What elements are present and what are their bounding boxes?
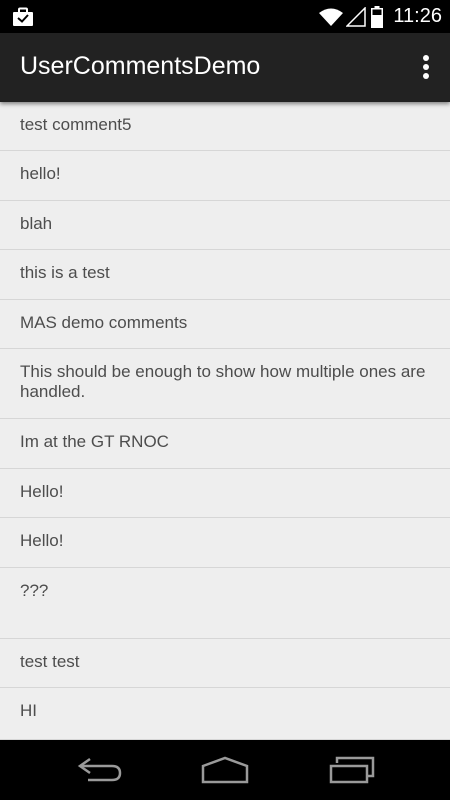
comment-text: Hello!: [20, 482, 64, 501]
comment-text: test comment5: [20, 115, 132, 134]
status-bar: 11:26: [0, 0, 450, 33]
overflow-menu-button[interactable]: [418, 51, 434, 83]
comment-text: MAS demo comments: [20, 313, 188, 332]
back-button[interactable]: [74, 754, 126, 786]
recents-button[interactable]: [325, 754, 377, 786]
home-icon: [201, 756, 249, 784]
list-item[interactable]: test test: [0, 639, 450, 688]
comment-text: HI: [20, 701, 37, 720]
list-item[interactable]: blah: [0, 201, 450, 250]
recents-icon: [329, 756, 375, 784]
list-item[interactable]: Hello!: [0, 518, 450, 568]
comment-list[interactable]: test comment5 hello! blah this is a test…: [0, 102, 450, 740]
wifi-icon: [319, 8, 344, 26]
comment-text: this is a test: [20, 263, 110, 282]
comment-text: hello!: [20, 164, 61, 183]
list-item[interactable]: test comment5: [0, 102, 450, 151]
list-item[interactable]: MAS demo comments: [0, 300, 450, 349]
navigation-bar: [0, 740, 450, 800]
battery-icon: [371, 5, 384, 28]
app-title: UserCommentsDemo: [20, 52, 261, 80]
back-icon: [77, 757, 122, 782]
status-time: 11:26: [393, 5, 442, 27]
more-vert-icon: [423, 55, 429, 79]
list-item[interactable]: Hello!: [0, 469, 450, 518]
list-item[interactable]: HI: [0, 688, 450, 740]
notification-briefcase-icon: [13, 7, 33, 26]
comment-text: Hello!: [20, 531, 64, 550]
list-item[interactable]: This should be enough to show how multip…: [0, 349, 450, 419]
comment-text: Im at the GT RNOC: [20, 432, 169, 451]
comment-text: test test: [20, 652, 80, 671]
list-item[interactable]: this is a test: [0, 250, 450, 300]
app-bar: UserCommentsDemo: [0, 33, 450, 102]
list-item[interactable]: Im at the GT RNOC: [0, 419, 450, 469]
comment-text: ???: [20, 581, 49, 600]
list-item[interactable]: ???: [0, 568, 450, 639]
comment-text: blah: [20, 214, 53, 233]
home-button[interactable]: [199, 754, 251, 786]
comment-text: This should be enough to show how multip…: [20, 362, 426, 401]
list-item[interactable]: hello!: [0, 151, 450, 201]
signal-icon: [346, 6, 367, 27]
